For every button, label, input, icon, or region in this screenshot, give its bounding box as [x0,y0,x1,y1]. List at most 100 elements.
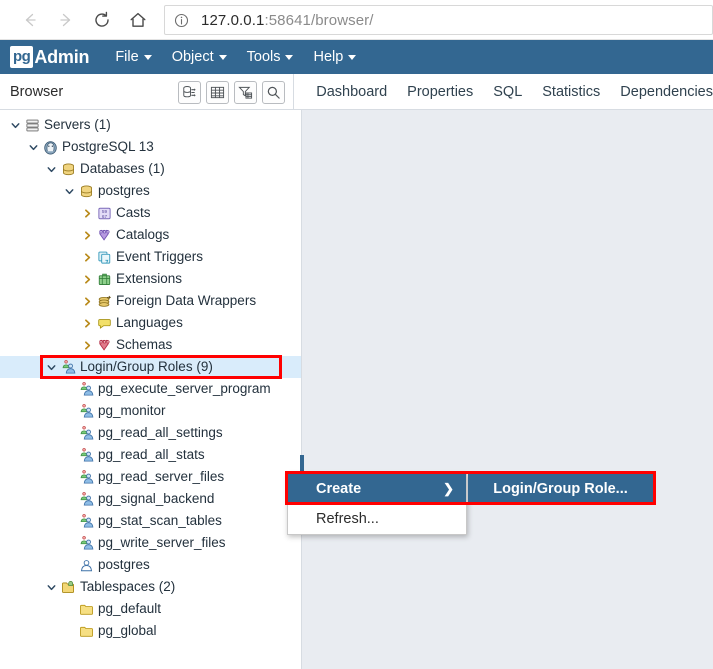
tree-node-postgres[interactable]: postgres [0,554,301,576]
tree-node-servers-1[interactable]: Servers (1) [0,114,301,136]
postgresql-icon [41,140,59,155]
group-role-icon [77,381,95,397]
tree-node-pg-monitor[interactable]: pg_monitor [0,400,301,422]
tab-statistics[interactable]: Statistics [542,84,600,100]
tree-node-postgres[interactable]: postgres [0,180,301,202]
tree-node-pg-read-all-stats[interactable]: pg_read_all_stats [0,444,301,466]
tree-node-label: pg_write_server_files [98,535,226,551]
context-menu-item-refresh[interactable]: Refresh... [288,504,466,534]
object-browser-tree[interactable]: Servers (1) PostgreSQL 13 Databases (1) pos… [0,110,302,669]
menu-file[interactable]: File [115,49,152,65]
group-role-icon [77,491,95,507]
chevron-right-icon[interactable] [80,230,95,241]
filter-icon[interactable] [234,80,258,104]
info-icon[interactable] [174,13,189,28]
tab-properties[interactable]: Properties [407,84,473,100]
tree-node-label: Servers (1) [44,117,111,133]
schemas-icon [95,338,113,353]
tree-node-schemas[interactable]: Schemas [0,334,301,356]
search-icon[interactable] [262,80,286,104]
url-rest: :58641/browser/ [264,11,374,29]
url-text: 127.0.0.1:58641/browser/ [201,12,374,29]
context-menu[interactable]: Create ❯ Refresh... Login/Group Role... [287,473,653,535]
chevron-down-icon [143,54,152,60]
menu-help[interactable]: Help [313,49,357,65]
forward-arrow-icon[interactable] [48,4,84,36]
home-icon[interactable] [120,4,156,36]
chevron-right-icon[interactable] [80,208,95,219]
group-role-icon [77,403,95,419]
tree-node-pg-execute-server-program[interactable]: pg_execute_server_program [0,378,301,400]
menu-help-label: Help [313,49,344,65]
tree-node-label: Tablespaces (2) [80,579,176,595]
tree-node-label: pg_execute_server_program [98,381,271,397]
pgadmin-logo-text: Admin [34,46,90,67]
databases-icon [59,162,77,177]
tree-node-foreign-data-wrappers[interactable]: Foreign Data Wrappers [0,290,301,312]
context-submenu-item-login-group-role[interactable]: Login/Group Role... [469,474,652,504]
tree-node-pg-read-server-files[interactable]: pg_read_server_files [0,466,301,488]
chevron-down-icon[interactable] [8,120,23,131]
tree-node-postgresql-13[interactable]: PostgreSQL 13 [0,136,301,158]
chevron-right-icon[interactable] [80,318,95,329]
context-menu-item-create[interactable]: Create ❯ [288,474,466,504]
tree-node-extensions[interactable]: Extensions [0,268,301,290]
reload-icon[interactable] [84,4,120,36]
tree-node-label: pg_read_server_files [98,469,225,485]
tree-node-tablespaces-2[interactable]: Tablespaces (2) [0,576,301,598]
tree-node-pg-read-all-settings[interactable]: pg_read_all_settings [0,422,301,444]
chevron-down-icon[interactable] [44,164,59,175]
tree-node-event-triggers[interactable]: Event Triggers [0,246,301,268]
menu-bar: File Object Tools Help [115,49,357,65]
foreign-data-wrappers-icon [95,294,113,309]
main-area: Servers (1) PostgreSQL 13 Databases (1) pos… [0,110,713,669]
tree-node-pg-global[interactable]: pg_global [0,620,301,642]
tree-node-databases-1[interactable]: Databases (1) [0,158,301,180]
chevron-down-icon [348,54,357,60]
group-role-icon [77,535,95,551]
menu-tools[interactable]: Tools [247,49,294,65]
grid-icon[interactable] [206,80,230,104]
url-bar[interactable]: 127.0.0.1:58641/browser/ [164,5,713,35]
tree-node-label: postgres [98,183,150,199]
chevron-down-icon[interactable] [62,186,77,197]
object-explorer-icon[interactable] [178,80,202,104]
pgadmin-logo-badge: pg [10,46,34,68]
tab-dependencies[interactable]: Dependencies [620,84,713,100]
tree-node-pg-signal-backend[interactable]: pg_signal_backend [0,488,301,510]
tree-node-label: pg_stat_scan_tables [98,513,222,529]
chevron-right-icon[interactable] [80,252,95,263]
pgadmin-topbar: pg Admin File Object Tools Help [0,40,713,74]
url-host: 127.0.0.1 [201,11,265,29]
chevron-down-icon[interactable] [26,142,41,153]
menu-object[interactable]: Object [172,49,227,65]
tree-node-pg-stat-scan-tables[interactable]: pg_stat_scan_tables [0,510,301,532]
chevron-right-icon[interactable] [80,340,95,351]
chevron-right-icon[interactable] [80,274,95,285]
content-pane [302,110,713,669]
tablespaces-icon [59,580,77,595]
chevron-down-icon[interactable] [44,582,59,593]
menu-object-label: Object [171,49,214,65]
tree-node-label: Schemas [116,337,173,353]
context-submenu-create[interactable]: Login/Group Role... [468,473,653,505]
chevron-down-icon [285,54,294,60]
tree-node-languages[interactable]: Languages [0,312,301,334]
pgadmin-logo[interactable]: pg Admin [10,46,90,68]
tree-node-label: pg_monitor [98,403,166,419]
tree-node-pg-write-server-files[interactable]: pg_write_server_files [0,532,301,554]
tab-sql[interactable]: SQL [493,84,522,100]
tree-node-label: pg_global [98,623,157,639]
browser-panel-title: Browser [10,84,64,100]
back-arrow-icon[interactable] [12,4,48,36]
tree-node-login-group-roles-9[interactable]: Login/Group Roles (9) [0,356,301,378]
login-group-roles-icon [59,359,77,375]
chevron-down-icon[interactable] [44,362,59,373]
tab-dashboard[interactable]: Dashboard [316,84,387,100]
tree-node-casts[interactable]: 59 67 Casts [0,202,301,224]
group-role-icon [77,447,95,463]
tree-node-pg-default[interactable]: pg_default [0,598,301,620]
chevron-right-icon[interactable] [80,296,95,307]
chevron-down-icon [218,54,227,60]
tree-node-catalogs[interactable]: Catalogs [0,224,301,246]
